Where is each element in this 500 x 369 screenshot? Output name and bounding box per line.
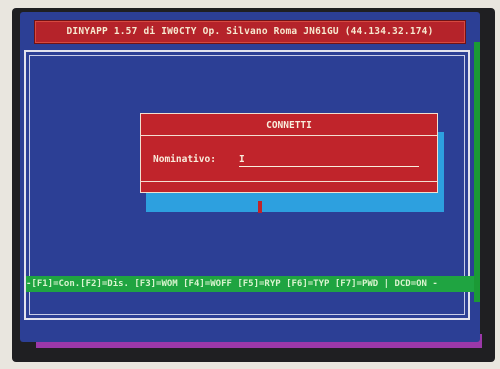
app-title: DINYAPP 1.57 di IW0CTY Op. Silvano Roma … (66, 26, 434, 37)
callsign-input[interactable]: I (239, 154, 419, 167)
callsign-label: Nominativo: (153, 154, 216, 165)
dialog-divider (141, 181, 437, 182)
function-key-bar[interactable]: -[F1]=Con.[F2]=Dis. [F3]=WOM [F4]=WOFF [… (26, 276, 480, 292)
callsign-input-value: I (239, 154, 245, 165)
connect-dialog: CONNETTI Nominativo: I (140, 113, 438, 193)
dialog-title: CONNETTI (141, 117, 437, 136)
app-title-bar: DINYAPP 1.57 di IW0CTY Op. Silvano Roma … (34, 20, 466, 44)
function-key-bar-text: -[F1]=Con.[F2]=Dis. [F3]=WOM [F4]=WOFF [… (26, 279, 438, 289)
side-green-strip (474, 42, 480, 302)
dialog-connector (258, 201, 262, 213)
terminal-screen: DINYAPP 1.57 di IW0CTY Op. Silvano Roma … (20, 12, 480, 342)
